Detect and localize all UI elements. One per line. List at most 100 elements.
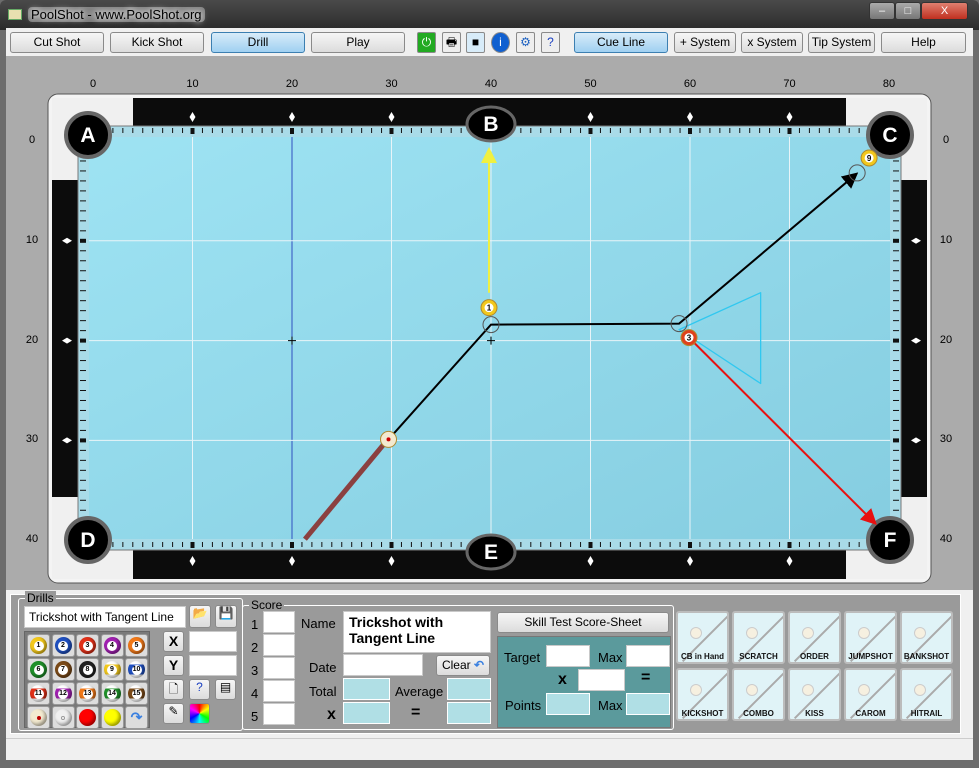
shot-type-hitrail[interactable]: HITRAIL [900, 668, 953, 721]
score-row-input[interactable] [263, 634, 295, 656]
shot-type-kickshot[interactable]: KICKSHOT [676, 668, 729, 721]
y-input[interactable] [189, 655, 237, 676]
cushion-tick [420, 128, 422, 133]
document-help-icon[interactable]: ? [189, 679, 210, 700]
palette-yellow-ball[interactable] [100, 706, 124, 729]
shot-type-order[interactable]: ORDER [788, 611, 841, 664]
pool-table[interactable]: A B C D E F 1 3 9 [0, 0, 979, 590]
ball-number: 8 [82, 664, 93, 675]
score-name-input[interactable]: Trickshot with Tangent Line [343, 611, 491, 653]
palette-ghost-ball[interactable] [51, 706, 75, 729]
ball-1[interactable]: 1 [480, 299, 498, 317]
drills-group: Drills Trickshot with Tangent Line 📂 💾 1… [18, 591, 243, 731]
cushion-tick [893, 290, 899, 292]
palette-ball-11[interactable]: 11 [27, 682, 50, 705]
status-bar [6, 738, 973, 760]
cushion-tick [893, 489, 899, 491]
cushion-tick [659, 128, 661, 133]
cushion-tick [80, 419, 86, 421]
cushion-tick [893, 350, 899, 352]
palette-ball-13[interactable]: 13 [76, 682, 99, 705]
score-row-input[interactable] [263, 680, 295, 702]
cushion-tick [80, 489, 86, 491]
shot-type-carom[interactable]: CAROM [844, 668, 897, 721]
palette-ball-14[interactable]: 14 [100, 682, 124, 705]
y-button[interactable]: Y [163, 655, 184, 676]
palette-ball-7[interactable]: 7 [51, 658, 75, 681]
palette-ball-9[interactable]: 9 [100, 658, 124, 681]
palette-ball-3[interactable]: 3 [76, 634, 99, 657]
palette-ball-2[interactable]: 2 [51, 634, 75, 657]
cushion-tick [893, 390, 899, 391]
skill-test-score-sheet-button[interactable]: Skill Test Score-Sheet [497, 612, 669, 633]
shot-type-combo[interactable]: COMBO [732, 668, 785, 721]
palette-ball-12[interactable]: 12 [51, 682, 75, 705]
clear-button[interactable]: Clear ↶ [436, 655, 490, 676]
palette-cue-ball[interactable] [27, 706, 50, 729]
cushion-tick [281, 542, 283, 547]
ball-number: 5 [131, 640, 142, 651]
shot-type-jumpshot[interactable]: JUMPSHOT [844, 611, 897, 664]
cushion-tick [893, 310, 899, 312]
cushion-tick [221, 542, 223, 547]
shot-type-label: SCRATCH [739, 652, 778, 661]
palette-ball-5[interactable]: 5 [125, 634, 148, 657]
shot-type-bankshot[interactable]: BANKSHOT [900, 611, 953, 664]
date-input[interactable] [343, 654, 423, 676]
ball-9[interactable]: 9 [860, 149, 878, 167]
cushion-tick [80, 338, 86, 343]
x-button[interactable]: X [163, 631, 184, 652]
drill-name-input[interactable]: Trickshot with Tangent Line [24, 606, 186, 628]
cushion-tick [112, 542, 114, 547]
cushion-tick [80, 310, 86, 312]
cushion-tick [142, 542, 144, 547]
cushion-tick [281, 128, 283, 133]
ball-number: 1 [487, 304, 492, 313]
cushion-tick [80, 370, 86, 372]
score-row-input[interactable] [263, 703, 295, 725]
cushion-tick [80, 180, 86, 182]
cushion-tick [599, 542, 601, 547]
ball-cue[interactable] [380, 430, 398, 448]
palette-ball-6[interactable]: 6 [27, 658, 50, 681]
cushion-tick [122, 542, 124, 547]
shot-type-kiss[interactable]: KISS [788, 668, 841, 721]
cushion-tick [400, 542, 402, 547]
ball-3[interactable]: 3 [680, 329, 698, 347]
skill-multiplier-input[interactable] [578, 669, 625, 691]
palette-ball-4[interactable]: 4 [100, 634, 124, 657]
cushion-tick [190, 542, 195, 548]
cushion-tick [290, 128, 294, 134]
new-document-icon[interactable]: 🗋 [163, 679, 184, 700]
cushion-tick [172, 542, 174, 547]
max2-field [626, 693, 670, 715]
list-icon[interactable]: ▤ [215, 679, 236, 700]
cushion-tick [629, 542, 631, 547]
palette-red-ball[interactable] [76, 706, 99, 729]
cushion-tick [80, 459, 86, 461]
total-field [343, 678, 390, 700]
pocket-e: E [465, 533, 517, 571]
open-folder-icon[interactable]: 📂 [189, 605, 211, 628]
palette-ball-1[interactable]: 1 [27, 634, 50, 657]
shot-type-scratch[interactable]: SCRATCH [732, 611, 785, 664]
palette-ball-15[interactable]: 15 [125, 682, 148, 705]
cushion-tick [311, 128, 313, 133]
cushion-tick [80, 469, 86, 471]
save-icon[interactable]: 💾 [215, 605, 237, 628]
palette-ball-10[interactable]: 10 [125, 658, 148, 681]
max-input[interactable] [626, 645, 670, 667]
cushion-tick [301, 542, 303, 547]
cushion-tick [361, 128, 363, 133]
target-input[interactable] [546, 645, 590, 667]
score-row-input[interactable] [263, 611, 295, 633]
color-palette-icon[interactable] [189, 703, 210, 724]
palette-ball-8[interactable]: 8 [76, 658, 99, 681]
score-row-input[interactable] [263, 657, 295, 679]
edit-notes-icon[interactable]: ✎ [163, 703, 184, 724]
redo-icon[interactable]: ↷ [125, 706, 148, 729]
shot-type-cb-in-hand[interactable]: CB in Hand [676, 611, 729, 664]
cushion-tick [609, 542, 611, 547]
cushion-tick [550, 128, 552, 133]
x-input[interactable] [189, 631, 237, 652]
